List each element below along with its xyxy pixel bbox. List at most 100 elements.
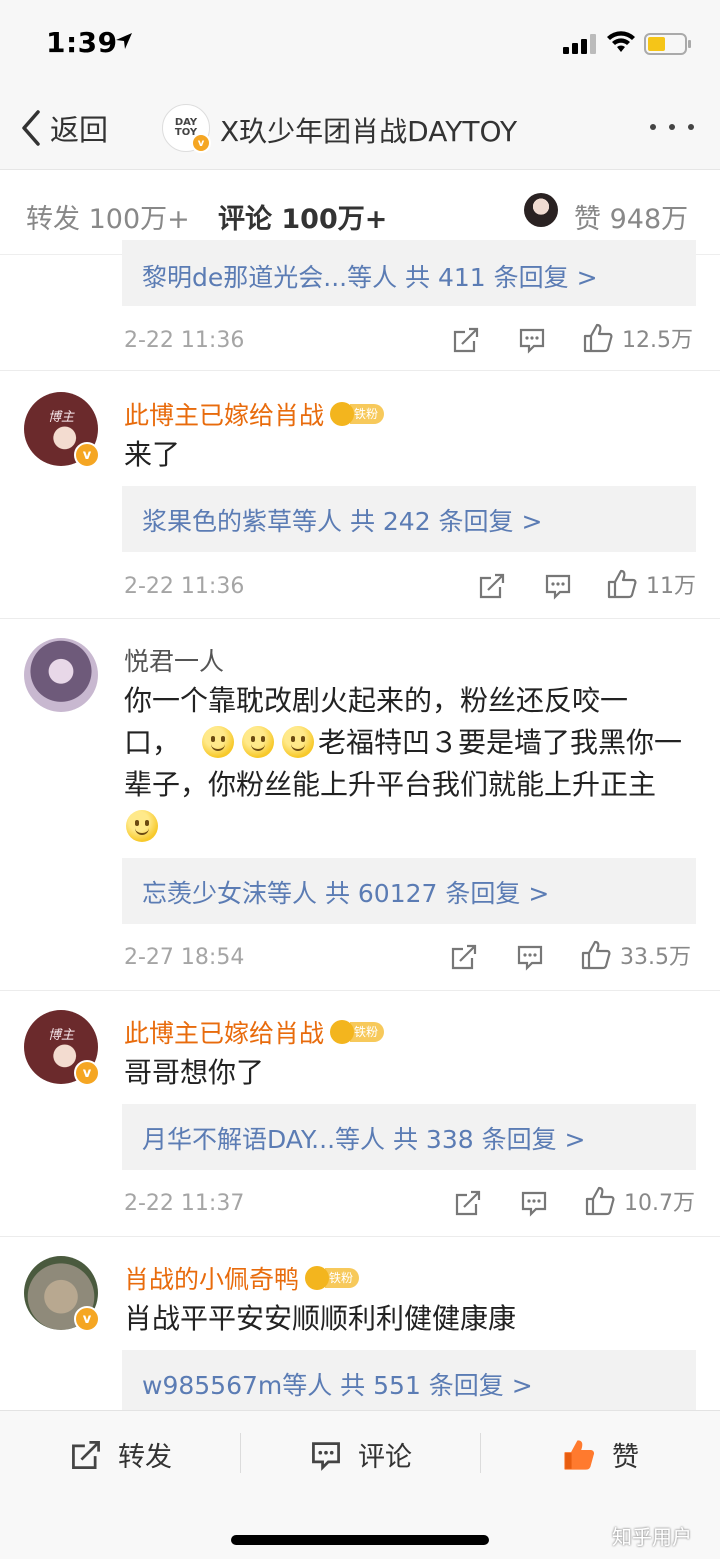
fan-badge: 铁粉 — [330, 402, 385, 426]
user-avatar[interactable]: v — [24, 1256, 100, 1332]
reply-summary[interactable]: 月华不解语DAY...等人 共 338 条回复 > — [122, 1104, 696, 1170]
username[interactable]: 肖战的小佩奇鸭 铁粉 — [124, 1260, 360, 1296]
divider — [0, 990, 720, 991]
battery-icon — [644, 33, 691, 55]
username[interactable]: 此博主已嫁给肖战 铁粉 — [124, 396, 385, 432]
like-button[interactable]: 33.5万 — [580, 939, 691, 971]
reply-summary-text: 忘羡少女沫等人 共 60127 条回复 > — [142, 879, 550, 908]
comment-icon — [519, 328, 545, 354]
comment-action-button[interactable]: 评论 — [310, 1435, 412, 1474]
username-text: 此博主已嫁给肖战 — [124, 401, 325, 430]
comment-text-line: 口， 老福特凹３要是墙了我黑你一 — [124, 722, 694, 764]
share-icon — [451, 944, 477, 970]
comment-icon — [312, 1441, 340, 1471]
username-text: 悦君一人 — [124, 647, 225, 676]
reply-summary-text: w985567m等人 共 551 条回复 > — [142, 1371, 533, 1400]
back-label: 返回 — [50, 113, 109, 147]
comment-button[interactable] — [516, 943, 544, 971]
fan-badge-label: 铁粉 — [350, 404, 385, 424]
like-count: 12.5万 — [622, 328, 693, 353]
share-icon — [72, 1440, 100, 1469]
like-button[interactable]: 10.7万 — [584, 1185, 695, 1217]
comment-button[interactable] — [518, 326, 546, 354]
reply-summary[interactable]: 黎明de那道光会...等人 共 411 条回复 > — [122, 240, 696, 306]
reply-summary-text: 月华不解语DAY...等人 共 338 条回复 > — [142, 1125, 586, 1154]
comment-icon — [517, 945, 543, 971]
tab-repost[interactable]: 转发 100万+ — [26, 197, 190, 236]
user-avatar[interactable]: 博主 v — [24, 392, 100, 468]
thumbs-up-icon — [585, 1186, 615, 1216]
crown-icon — [305, 1266, 330, 1290]
watermark: 知乎用户 — [612, 1525, 692, 1549]
comment-text-line: 你一个靠耽改剧火起来的，粉丝还反咬一 — [124, 684, 629, 717]
more-options-icon[interactable] — [650, 124, 694, 134]
verified-icon: v — [191, 133, 211, 153]
smile-emoji-icon — [242, 726, 275, 758]
smile-emoji-icon — [202, 726, 235, 758]
comment-text-line — [124, 806, 694, 848]
bottom-action-bar: 转发 评论 赞 知乎用户 — [0, 1410, 720, 1559]
username[interactable]: 此博主已嫁给肖战 铁粉 — [124, 1014, 385, 1050]
signal-icon — [563, 34, 596, 54]
repost-label: 转发 — [118, 1442, 172, 1473]
user-avatar[interactable] — [24, 638, 98, 712]
thumbs-up-icon — [607, 569, 637, 599]
user-avatar[interactable]: 博主 v — [24, 1010, 100, 1086]
like-action-button[interactable]: 赞 — [562, 1435, 639, 1474]
wifi-icon — [607, 31, 635, 52]
comment-button[interactable] — [520, 1189, 548, 1217]
divider — [0, 1236, 720, 1237]
location-arrow-icon — [116, 33, 132, 49]
reply-summary-text: 黎明de那道光会...等人 共 411 条回复 > — [142, 263, 598, 292]
comment-icon — [545, 574, 571, 600]
smile-emoji-icon — [282, 726, 315, 758]
like-count: 11万 — [646, 574, 696, 599]
tab-likes[interactable]: 赞 948万 — [574, 197, 688, 236]
back-button[interactable]: 返回 — [20, 106, 108, 150]
verified-icon: v — [74, 442, 100, 468]
fan-badge: 铁粉 — [330, 1020, 385, 1044]
divider — [0, 370, 720, 371]
reply-summary[interactable]: 浆果色的紫草等人 共 242 条回复 > — [122, 486, 696, 552]
page-title: X玖少年团肖战DAYTOY — [220, 115, 518, 148]
liker-avatar — [524, 193, 558, 227]
share-button[interactable] — [452, 326, 480, 354]
verified-icon: v — [74, 1060, 100, 1086]
like-button[interactable]: 11万 — [606, 568, 696, 600]
chevron-left-icon — [22, 110, 40, 146]
comment-text-segment: 老福特凹３要是墙了我黑你一 — [318, 726, 683, 759]
reply-summary[interactable]: w985567m等人 共 551 条回复 > — [122, 1350, 696, 1416]
comment-icon — [521, 1191, 547, 1217]
thumbs-up-icon — [581, 940, 611, 970]
share-button[interactable] — [450, 943, 478, 971]
comment-text-segment: 口， — [124, 726, 181, 759]
reply-summary[interactable]: 忘羡少女沫等人 共 60127 条回复 > — [122, 858, 696, 924]
divider — [0, 618, 720, 619]
home-indicator[interactable] — [231, 1535, 489, 1545]
reply-summary-text: 浆果色的紫草等人 共 242 条回复 > — [142, 507, 543, 536]
share-button[interactable] — [454, 1189, 482, 1217]
username[interactable]: 悦君一人 — [124, 642, 224, 678]
avatar-text: 博主 — [47, 1028, 74, 1043]
share-icon — [453, 327, 479, 353]
like-label: 赞 — [612, 1442, 639, 1473]
comment-time: 2-22 11:37 — [124, 1191, 245, 1216]
thumbs-up-icon — [583, 323, 613, 353]
comment-label: 评论 — [358, 1442, 412, 1473]
status-bar: 1:39 — [0, 0, 720, 88]
share-icon — [479, 573, 505, 599]
tab-comments[interactable]: 评论 100万+ — [218, 197, 387, 236]
divider — [240, 1433, 241, 1473]
account-avatar[interactable]: DAY TOY v — [162, 104, 211, 153]
comment-text: 哥哥想你了 — [124, 1056, 265, 1089]
comment-text: 肖战平平安安顺顺利利健健康康 — [124, 1302, 517, 1335]
comment-text-line: 辈子，你粉丝能上升平台我们就能上升正主 — [124, 768, 657, 801]
like-button[interactable]: 12.5万 — [582, 322, 693, 354]
verified-icon: v — [74, 1306, 100, 1332]
comment-button[interactable] — [544, 572, 572, 600]
comment-time: 2-22 11:36 — [124, 574, 245, 599]
repost-button[interactable]: 转发 — [70, 1435, 172, 1474]
share-button[interactable] — [478, 572, 506, 600]
fan-badge: 铁粉 — [305, 1266, 360, 1290]
smile-emoji-icon — [126, 810, 158, 842]
